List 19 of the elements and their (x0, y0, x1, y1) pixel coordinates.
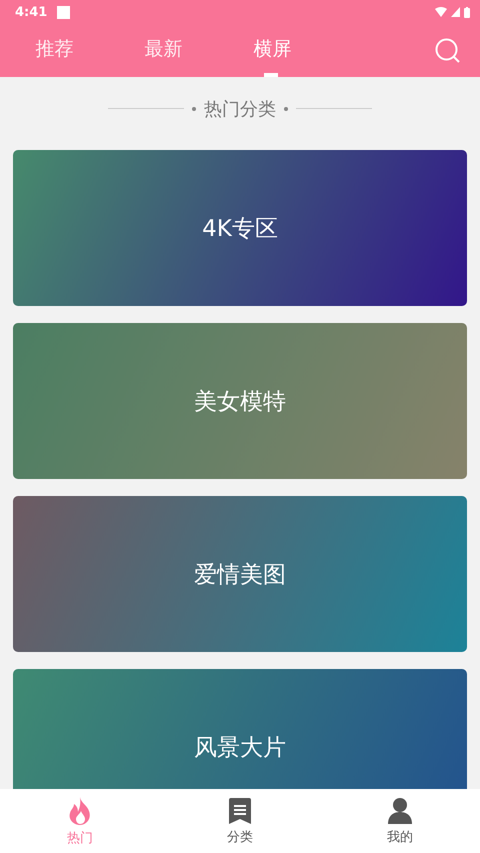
category-card[interactable]: 爱情美图 (13, 496, 467, 652)
status-time: 4:41 (15, 4, 48, 20)
section-title: 热门分类 (204, 98, 276, 120)
category-card[interactable]: 风景大片 (13, 669, 467, 789)
signal-icon (451, 7, 460, 17)
category-title: 爱情美图 (194, 560, 286, 590)
bookmark-icon (229, 798, 251, 824)
battery-icon (464, 6, 470, 18)
wifi-icon (435, 7, 447, 17)
category-card[interactable]: 美女模特 (13, 323, 467, 479)
category-title: 风景大片 (194, 734, 286, 762)
nav-item[interactable]: 我的 (320, 789, 480, 853)
notification-icon (57, 6, 70, 18)
search-icon[interactable] (435, 38, 461, 64)
category-title: 4K专区 (202, 214, 278, 244)
person-icon (388, 798, 412, 824)
nav-item[interactable]: 分类 (160, 789, 320, 853)
category-card[interactable]: 4K专区 (13, 150, 467, 306)
category-title: 美女模特 (194, 388, 286, 416)
